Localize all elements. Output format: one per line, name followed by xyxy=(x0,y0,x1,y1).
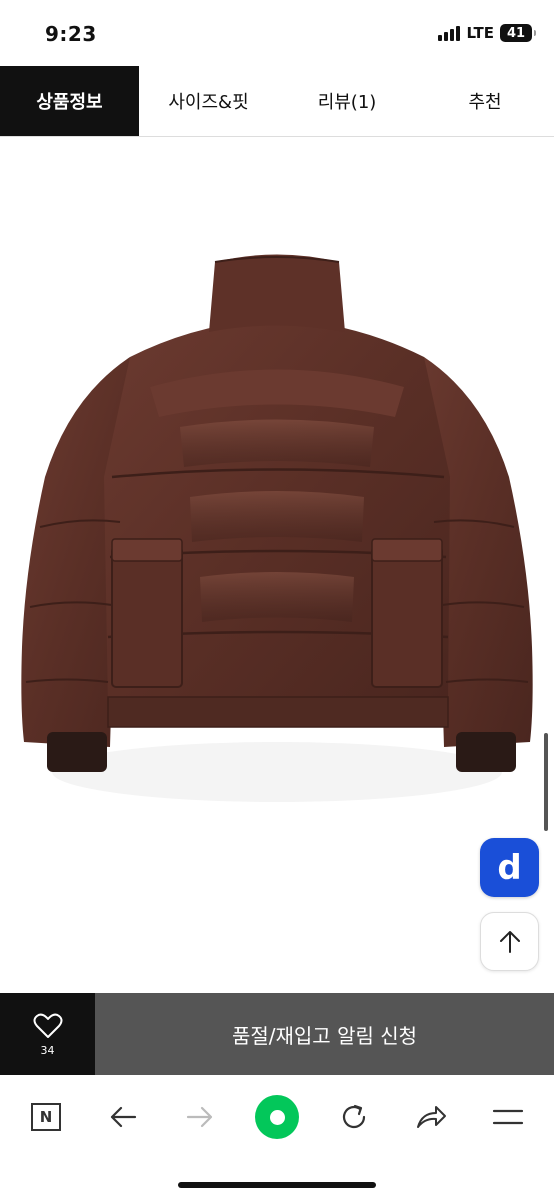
tab-size-fit[interactable]: 사이즈&핏 xyxy=(139,66,278,136)
back-button[interactable] xyxy=(101,1095,145,1139)
tab-recommend[interactable]: 추천 xyxy=(416,66,554,136)
naver-home-button[interactable]: N xyxy=(24,1095,68,1139)
product-tabs: 상품정보 사이즈&핏 리뷰(1) 추천 xyxy=(0,66,554,137)
arrow-up-icon xyxy=(499,930,520,953)
naver-home-icon: N xyxy=(31,1103,61,1131)
home-indicator[interactable] xyxy=(178,1182,376,1188)
app-badge-button[interactable]: d xyxy=(480,838,539,897)
wishlist-button[interactable]: 34 xyxy=(0,993,95,1075)
menu-button[interactable] xyxy=(486,1095,530,1139)
product-image-area xyxy=(0,137,554,992)
tab-product-info[interactable]: 상품정보 xyxy=(0,66,139,136)
battery-icon: 41 xyxy=(500,24,536,42)
battery-level: 41 xyxy=(506,25,526,41)
menu-icon xyxy=(492,1109,524,1125)
restock-notify-button[interactable]: 품절/재입고 알림 신청 xyxy=(95,993,554,1075)
brown-puffer-jacket-back-image xyxy=(21,254,533,802)
status-bar: 9:23 LTE 41 xyxy=(0,0,554,66)
forward-arrow-icon xyxy=(186,1106,213,1128)
green-dot-icon xyxy=(255,1095,299,1139)
tab-reviews[interactable]: 리뷰(1) xyxy=(278,66,416,136)
wish-count: 34 xyxy=(40,1043,55,1057)
status-indicators: LTE 41 xyxy=(438,24,536,42)
green-dot-button[interactable] xyxy=(255,1095,299,1139)
back-arrow-icon xyxy=(110,1106,137,1128)
scrollbar[interactable] xyxy=(544,733,548,831)
app-badge-label: d xyxy=(497,847,522,888)
status-time: 9:23 xyxy=(45,22,97,46)
network-label: LTE xyxy=(466,24,494,42)
forward-button[interactable] xyxy=(178,1095,222,1139)
scroll-top-button[interactable] xyxy=(480,912,539,971)
share-button[interactable] xyxy=(409,1095,453,1139)
browser-toolbar: N xyxy=(0,1075,554,1200)
purchase-bar: 34 품절/재입고 알림 신청 xyxy=(0,993,554,1075)
refresh-button[interactable] xyxy=(332,1095,376,1139)
signal-icon xyxy=(438,25,461,41)
naver-label: N xyxy=(39,1108,53,1126)
share-icon xyxy=(417,1106,446,1128)
refresh-icon xyxy=(342,1104,366,1129)
heart-icon xyxy=(33,1013,62,1038)
